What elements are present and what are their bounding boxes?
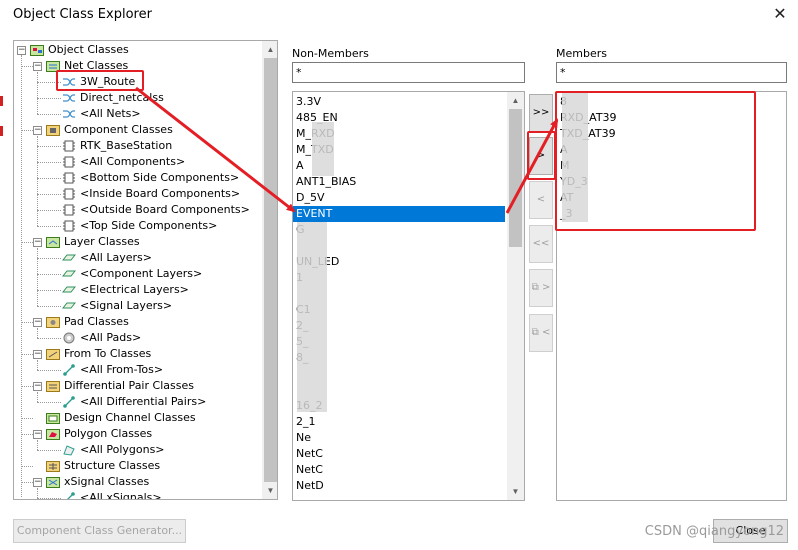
component-class-generator-button[interactable]: Component Class Generator... [13,519,186,543]
arrow-event-to-members [505,118,559,214]
watermark: CSDN @qiangyong12 [644,524,784,539]
arrow-tree-to-event [135,86,296,213]
annotation-arrows [135,86,559,214]
